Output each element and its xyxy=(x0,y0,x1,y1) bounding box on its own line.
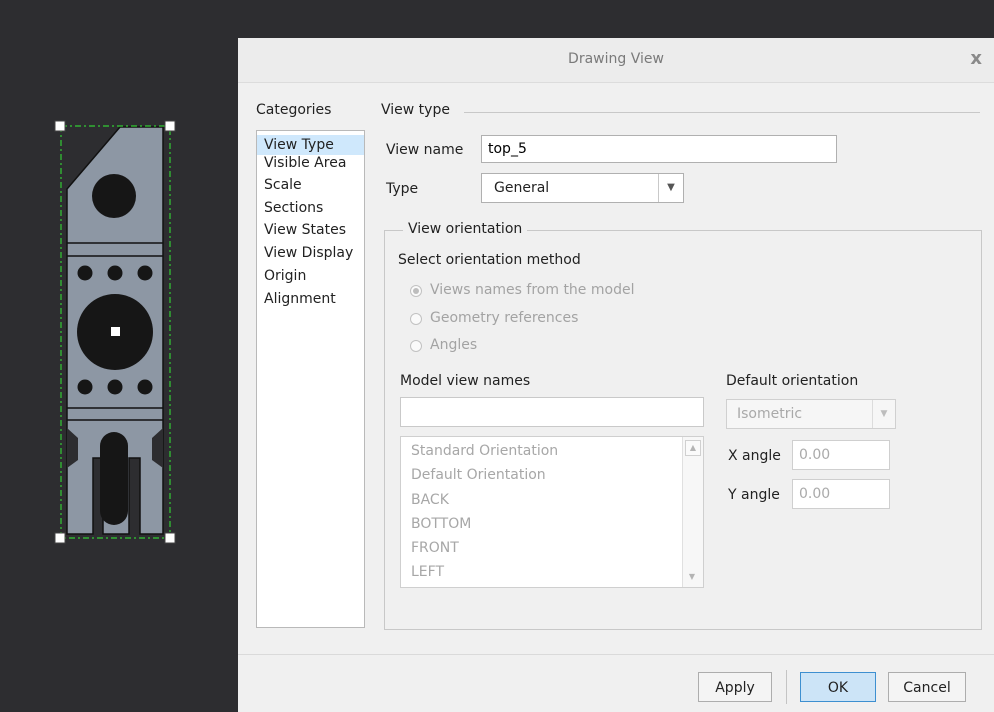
hole-small-5 xyxy=(107,379,123,395)
chevron-down-icon[interactable]: ▼ xyxy=(872,400,895,428)
list-item[interactable]: FRONT xyxy=(411,540,459,556)
close-icon[interactable]: x xyxy=(970,48,982,69)
hole-top xyxy=(92,174,136,218)
default-orientation-dropdown[interactable]: Isometric ▼ xyxy=(726,399,896,429)
type-dropdown-value: General xyxy=(494,180,550,196)
list-item[interactable]: BACK xyxy=(411,492,449,508)
y-angle-label: Y angle xyxy=(728,487,780,503)
resize-handle-top-right[interactable] xyxy=(164,120,176,132)
y-angle-input[interactable] xyxy=(792,479,890,509)
x-angle-label: X angle xyxy=(728,448,781,464)
category-view-type[interactable]: View Type xyxy=(257,135,364,155)
list-item[interactable]: Default Orientation xyxy=(411,467,546,483)
default-orientation-label: Default orientation xyxy=(726,373,859,389)
resize-handle-top-left[interactable] xyxy=(54,120,66,132)
list-item[interactable]: Standard Orientation xyxy=(411,443,558,459)
hole-small-6 xyxy=(137,379,153,395)
ok-button[interactable]: OK xyxy=(800,672,876,702)
resize-handle-bottom-left[interactable] xyxy=(54,532,66,544)
list-item[interactable]: LEFT xyxy=(411,564,444,580)
view-name-label: View name xyxy=(386,142,464,158)
drawing-view-dialog: Drawing View x Categories View Type Visi… xyxy=(238,38,994,712)
view-type-heading: View type xyxy=(381,102,450,118)
footer-divider xyxy=(238,654,994,655)
scroll-up-icon[interactable]: ▲ xyxy=(685,440,701,456)
view-name-input[interactable] xyxy=(481,135,837,163)
category-scale[interactable]: Scale xyxy=(257,175,364,195)
button-separator xyxy=(786,670,787,704)
view-orientation-heading: View orientation xyxy=(403,221,528,237)
orientation-method-label: Select orientation method xyxy=(398,252,581,268)
radio-unselected-icon[interactable] xyxy=(410,313,422,325)
category-view-display[interactable]: View Display xyxy=(257,243,364,263)
radio-selected-icon[interactable] xyxy=(410,285,422,297)
hole-small-4 xyxy=(77,379,93,395)
default-orientation-value: Isometric xyxy=(737,406,803,422)
list-scrollbar[interactable]: ▲ ▼ xyxy=(682,437,703,587)
radio-unselected-icon[interactable] xyxy=(410,340,422,352)
view-type-divider xyxy=(464,112,980,113)
scroll-down-icon[interactable]: ▼ xyxy=(685,570,699,584)
x-angle-input[interactable] xyxy=(792,440,890,470)
chevron-down-icon[interactable]: ▼ xyxy=(658,174,683,202)
model-view-names-filter-input[interactable] xyxy=(400,397,704,427)
apply-button[interactable]: Apply xyxy=(698,672,772,702)
drawing-view-preview[interactable] xyxy=(0,0,238,712)
categories-list: View Type Visible Area Scale Sections Vi… xyxy=(256,130,365,628)
dialog-title: Drawing View xyxy=(568,51,664,67)
model-view-names-list[interactable]: Standard Orientation Default Orientation… xyxy=(400,436,704,588)
resize-handle-bottom-right[interactable] xyxy=(164,532,176,544)
radio-label-views-names: Views names from the model xyxy=(430,282,635,298)
categories-heading: Categories xyxy=(256,102,332,118)
category-view-states[interactable]: View States xyxy=(257,220,364,240)
dialog-titlebar[interactable]: Drawing View x xyxy=(238,38,994,83)
radio-label-angles: Angles xyxy=(430,337,478,353)
hole-small-2 xyxy=(107,265,123,281)
hole-small-1 xyxy=(77,265,93,281)
radio-label-geometry-references: Geometry references xyxy=(430,310,579,326)
type-label: Type xyxy=(386,181,419,197)
model-view-names-label: Model view names xyxy=(400,373,531,389)
type-dropdown[interactable]: General ▼ xyxy=(481,173,684,203)
cancel-button[interactable]: Cancel xyxy=(888,672,966,702)
hole-small-3 xyxy=(137,265,153,281)
category-alignment[interactable]: Alignment xyxy=(257,289,364,309)
slot xyxy=(100,432,128,525)
category-origin[interactable]: Origin xyxy=(257,266,364,286)
view-origin-handle[interactable] xyxy=(111,327,120,336)
list-item[interactable]: BOTTOM xyxy=(411,516,471,532)
category-visible-area[interactable]: Visible Area xyxy=(257,153,364,173)
category-sections[interactable]: Sections xyxy=(257,198,364,218)
